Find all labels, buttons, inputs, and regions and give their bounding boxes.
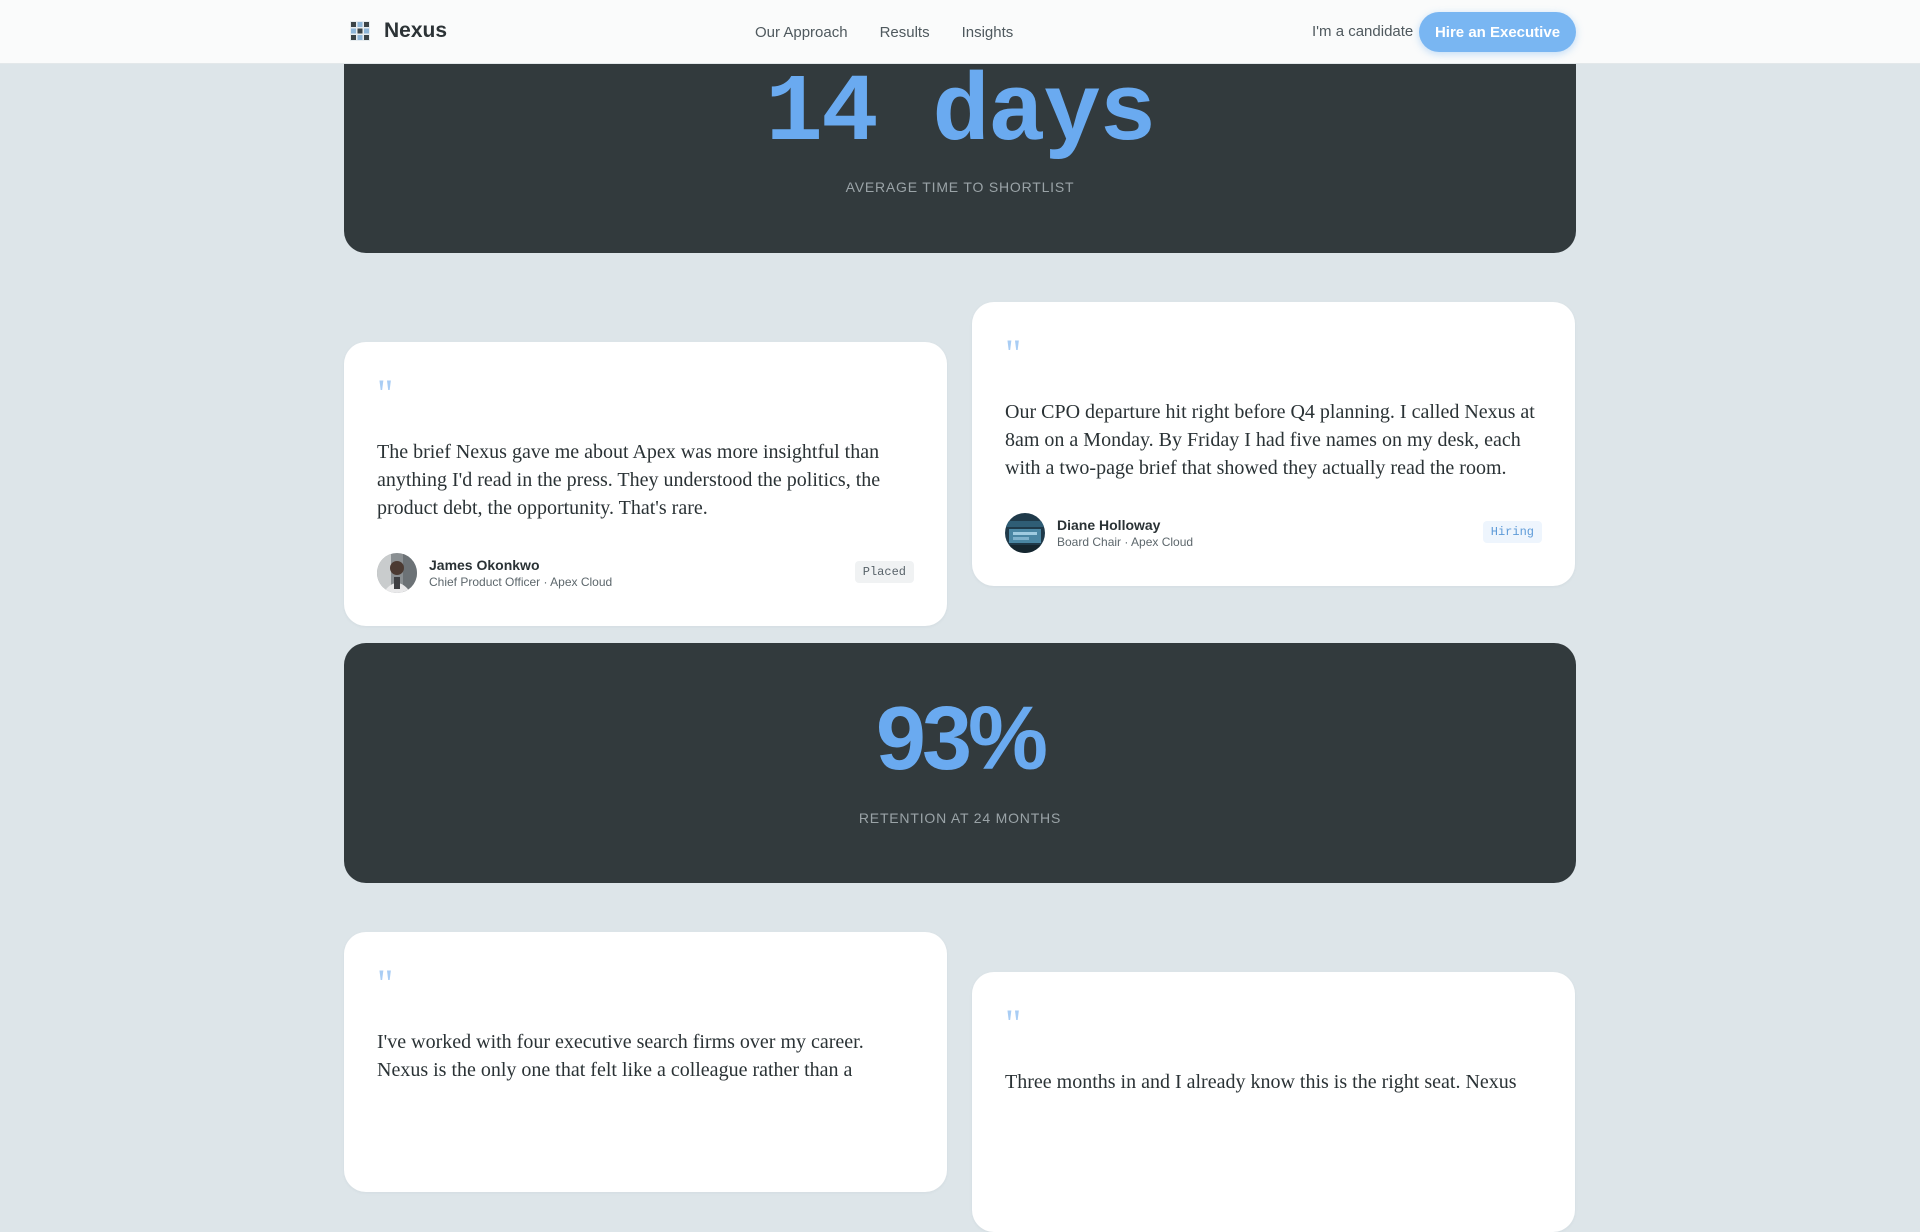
brand-name: Nexus [384, 19, 448, 42]
author-name: Diane Holloway [1057, 517, 1161, 533]
stat-value: 93% [875, 689, 1048, 789]
testimonial-card: " I've worked with four executive search… [344, 932, 947, 1192]
author-info: James Okonkwo Chief Product Officer · Ap… [429, 556, 612, 590]
quote-mark-icon: " [377, 961, 394, 1006]
author-role: Chief Product Officer · Apex Cloud [429, 575, 613, 589]
nav-results[interactable]: Results [880, 24, 930, 41]
grid-logo-icon [350, 21, 370, 41]
author-name: James Okonkwo [429, 557, 540, 573]
quote-mark-icon: " [377, 371, 394, 416]
avatar [377, 553, 417, 593]
brand-logo[interactable]: Nexus [350, 19, 447, 43]
status-badge: Placed [854, 561, 914, 583]
stat-label: AVERAGE TIME TO SHORTLIST [845, 179, 1075, 195]
testimonial-card: " Our CPO departure hit right before Q4 … [972, 302, 1575, 586]
nav-insights[interactable]: Insights [962, 24, 1014, 41]
site-header: Nexus Our Approach Results Insights I'm … [0, 0, 1920, 64]
stat-label: RETENTION AT 24 MONTHS [858, 810, 1062, 826]
quote-mark-icon: " [1005, 331, 1022, 376]
testimonial-author: Diane Holloway Board Chair · Apex Cloud [1005, 513, 1193, 553]
testimonial-text: Our CPO departure hit right before Q4 pl… [1005, 401, 1535, 479]
quote-mark-icon: " [1005, 1001, 1022, 1046]
testimonial-author: James Okonkwo Chief Product Officer · Ap… [377, 553, 612, 593]
author-info: Diane Holloway Board Chair · Apex Cloud [1057, 516, 1193, 550]
stat-block-retention: 93% RETENTION AT 24 MONTHS [344, 643, 1576, 883]
stat-value: 14 days [765, 59, 1156, 168]
testimonial-text: The brief Nexus gave me about Apex was m… [377, 441, 881, 519]
hire-executive-button[interactable]: Hire an Executive [1419, 12, 1576, 52]
testimonial-text: Three months in and I already know this … [1005, 1071, 1517, 1093]
avatar [1005, 513, 1045, 553]
candidate-link[interactable]: I'm a candidate [1312, 0, 1413, 64]
author-role: Board Chair · Apex Cloud [1057, 535, 1194, 549]
testimonial-text: I've worked with four executive search f… [377, 1031, 864, 1081]
nav-our-approach[interactable]: Our Approach [755, 24, 848, 41]
status-badge: Hiring [1482, 521, 1542, 543]
testimonial-card: " Three months in and I already know thi… [972, 972, 1575, 1232]
main-nav: Our Approach Results Insights [755, 0, 1013, 64]
testimonial-card: " The brief Nexus gave me about Apex was… [344, 342, 947, 626]
